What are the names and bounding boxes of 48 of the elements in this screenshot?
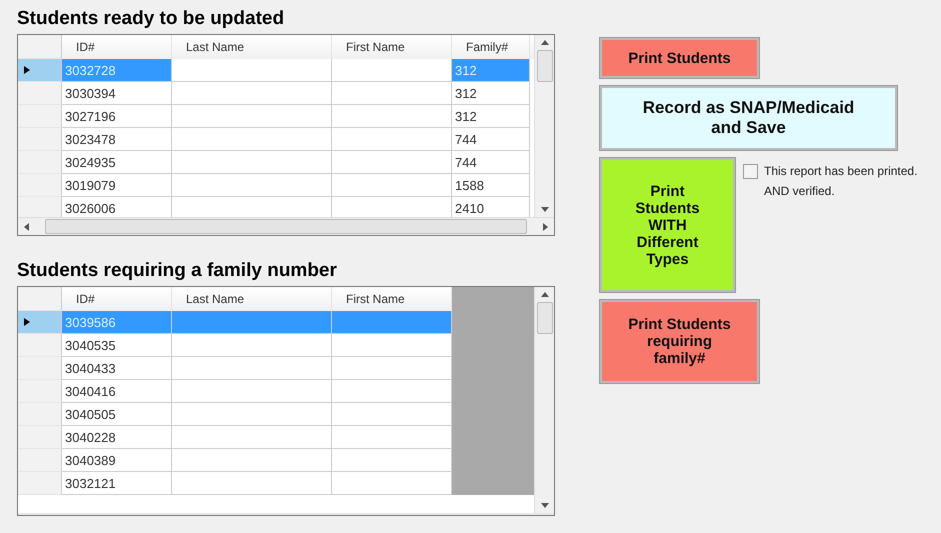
grid-title: Students requiring a family number (17, 260, 338, 282)
table-cell: 3040228 (62, 426, 172, 449)
scroll-left-icon[interactable] (24, 222, 29, 230)
row-header[interactable] (18, 311, 62, 334)
print-button[interactable]: Print Students WITH Different Types (600, 158, 735, 292)
corner-cell (18, 35, 62, 59)
data-grid[interactable]: ID# Last Name First Name Family# 3032728 312 3030394 312 3027196 312 3023478 744 3024935 744 3019079 1588 3026006 2410 (17, 34, 555, 236)
row-pointer-icon (24, 66, 30, 74)
table-cell: 3040505 (62, 403, 172, 426)
scroll-thumb[interactable] (536, 50, 552, 82)
table-cell: 744 (452, 128, 530, 151)
table-cell: 3023478 (62, 128, 172, 151)
row-header[interactable] (18, 59, 62, 82)
data-grid[interactable]: ID# Last Name First Name 3039586 3040535 3040433 3040416 3040505 3040228 3040389 3032121 (17, 286, 555, 516)
print-button[interactable]: Print Students (600, 38, 759, 78)
vertical-scrollbar[interactable] (534, 287, 554, 513)
scroll-thumb[interactable] (536, 302, 552, 334)
table-cell: 744 (452, 151, 530, 174)
table-cell: 3040433 (62, 357, 172, 380)
checkbox-label: This report has been printed. AND verified. (764, 164, 918, 200)
save-button[interactable]: Record as SNAP/Medicaid and Save (600, 86, 897, 150)
table-cell: 3032728 (62, 59, 172, 82)
table-cell: 3019079 (62, 174, 172, 197)
table-cell: 312 (452, 59, 530, 82)
checkbox[interactable] (743, 164, 758, 179)
table-cell: 3040535 (62, 334, 172, 357)
scroll-down-icon[interactable] (540, 503, 548, 508)
table-cell: 3039586 (62, 311, 172, 334)
scroll-up-icon[interactable] (540, 40, 548, 45)
table-cell: 3030394 (62, 82, 172, 105)
row-pointer-icon (24, 318, 30, 326)
scroll-right-icon[interactable] (543, 222, 548, 230)
vertical-scrollbar[interactable] (534, 35, 554, 217)
scroll-thumb[interactable] (45, 219, 527, 234)
grid-title: Students ready to be updated (17, 8, 286, 30)
table-cell: 3027196 (62, 105, 172, 128)
scroll-up-icon[interactable] (540, 292, 548, 297)
table-cell: 3032121 (62, 472, 172, 495)
table-cell: 312 (452, 105, 530, 128)
scroll-down-icon[interactable] (540, 207, 548, 212)
table-cell: 3040389 (62, 449, 172, 472)
print-button[interactable]: Print Students requiring family# (600, 300, 759, 383)
corner-cell (18, 287, 62, 311)
table-cell: 3040416 (62, 380, 172, 403)
table-cell: 312 (452, 82, 530, 105)
table-cell: 1588 (452, 174, 530, 197)
horizontal-scrollbar[interactable] (18, 217, 554, 235)
table-cell: 3024935 (62, 151, 172, 174)
